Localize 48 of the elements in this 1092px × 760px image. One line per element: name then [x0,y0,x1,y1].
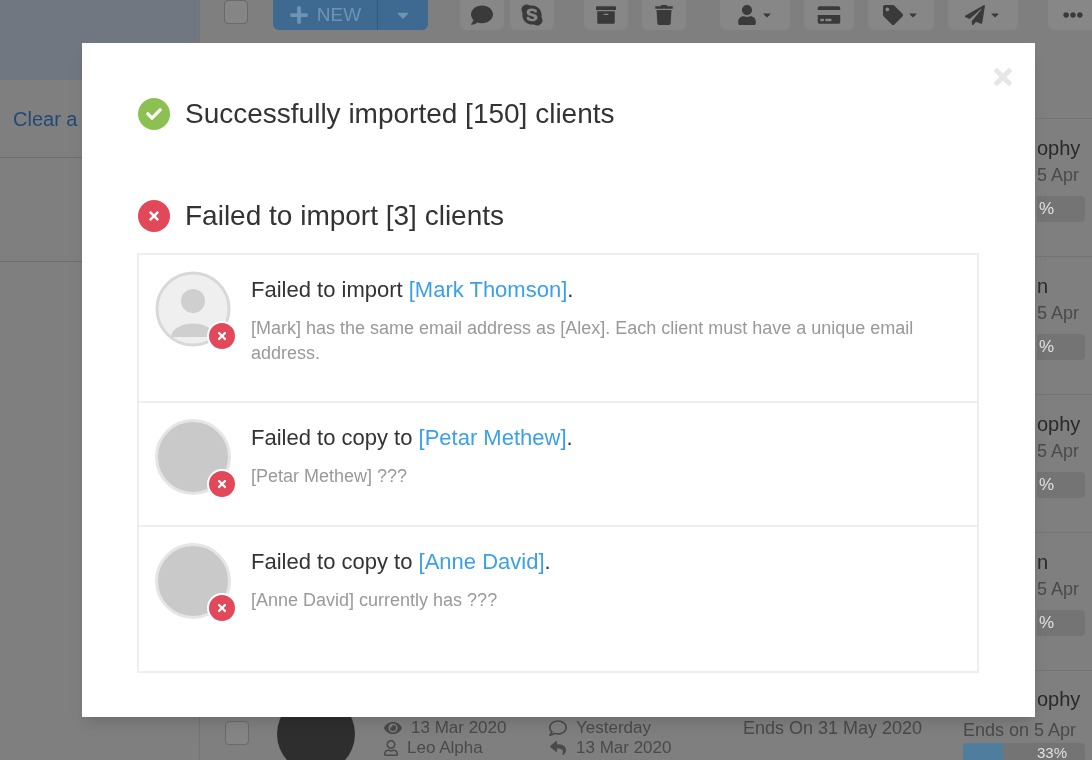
course-title: ophy [1037,688,1081,710]
client-link[interactable]: [Mark Thomson] [408,277,568,302]
plus-icon [288,5,309,25]
trash-icon [655,5,673,25]
error-title: Failed to copy to [Anne David]. [251,548,552,576]
progress-percent: 33% [1037,742,1068,760]
error-detail: [Anne David] currently has ??? [251,589,499,612]
person-icon [737,5,757,25]
course-title: ophy [1037,137,1081,159]
send-button[interactable] [948,0,1018,30]
skype-button[interactable] [510,0,554,30]
error-detail: [Mark] has the same email address as [Alex]. Each client must have a unique email address. [251,317,915,365]
send-icon [965,5,985,25]
course-title: n [1037,275,1049,297]
speech-bubble-icon [471,4,493,26]
tag-icon [883,5,903,25]
select-all-checkbox[interactable] [224,0,248,24]
error-detail: [Petar Methew] ??? [251,465,409,488]
chat-button[interactable] [460,0,504,30]
clear-link[interactable]: Clear a [13,103,78,134]
error-title: Failed to import [Mark Thomson]. [251,276,575,304]
card-icon [817,5,841,25]
delete-button[interactable] [642,0,686,30]
success-message: Successfully imported [150] clients [185,97,615,131]
assign-button[interactable] [720,0,790,30]
skype-icon [520,3,544,27]
archive-icon [596,5,616,25]
success-icon [138,98,170,130]
failure-heading: Failed to import [3] clients [185,199,505,233]
error-title: Failed to copy to [Petar Methew]. [251,424,574,452]
course-title: ophy [1037,413,1081,435]
progress-percent: % [1037,472,1085,498]
progress-percent: % [1037,610,1085,636]
payment-button[interactable] [804,0,854,30]
progress-percent: % [1037,196,1085,222]
person-icon [383,739,399,756]
error-icon [138,200,170,232]
row-checkbox[interactable] [225,721,249,745]
client-link[interactable]: [Anne David] [418,549,545,574]
comment-icon [548,718,568,737]
reply-icon [548,739,568,756]
tag-button[interactable] [868,0,934,30]
archive-button[interactable] [584,0,628,30]
progress-percent: % [1037,334,1085,360]
eye-icon [383,719,403,736]
more-button[interactable] [1048,0,1092,30]
course-title: n [1037,551,1049,573]
client-link[interactable]: [Petar Methew] [418,425,567,450]
